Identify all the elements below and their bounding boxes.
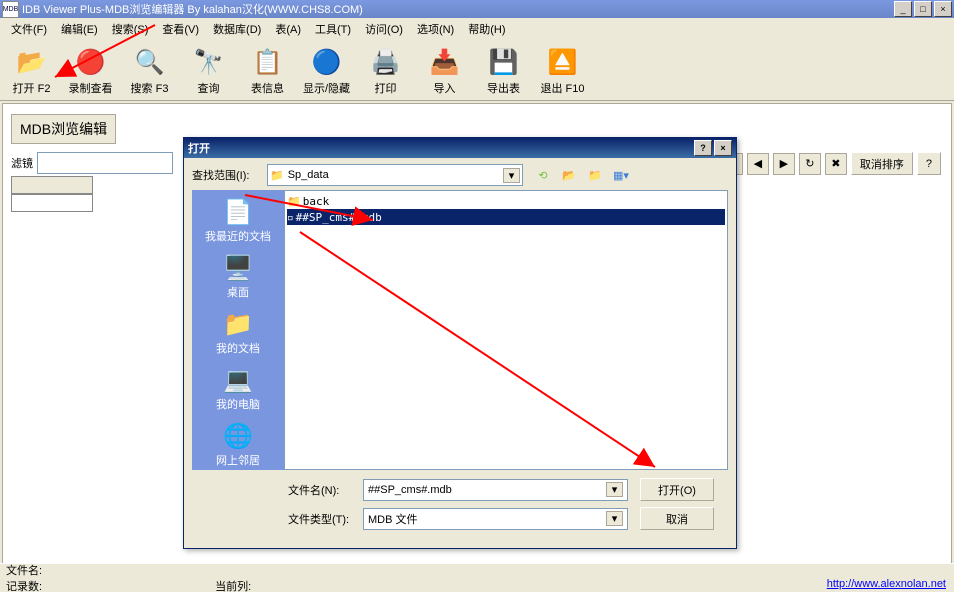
filetype-label: 文件类型(T): [288,511,363,527]
folder-icon: 📁 [287,195,301,208]
status-current: 当前列: [215,581,251,592]
dialog-open-button[interactable]: 打开(O) [640,478,714,501]
menu-file[interactable]: 文件(F) [4,19,54,39]
help-button[interactable]: ? [917,152,941,175]
chevron-down-icon: ▾ [606,482,623,497]
filename-label: 文件名(N): [288,482,363,498]
import-button[interactable]: 📥导入 [415,44,474,98]
search-button[interactable]: 🔍搜索 F3 [120,44,179,98]
folder-icon: 📁 [270,169,284,182]
status-records: 记录数: [6,581,42,592]
export-button[interactable]: 💾导出表 [474,44,533,98]
maximize-button[interactable]: □ [914,1,932,17]
print-icon: 🖨️ [370,46,402,78]
dialog-title: 打开 [188,140,210,156]
file-item-selected[interactable]: ▫ ##SP_cms#.mdb [287,209,725,225]
menu-options[interactable]: 选项(N) [410,19,461,39]
recent-docs-icon: 📄 [222,196,254,228]
folder-open-icon: 📂 [16,46,48,78]
mycomputer-icon: 💻 [222,364,254,396]
mydocs-icon: 📁 [222,308,254,340]
chevron-down-icon: ▾ [503,168,520,183]
export-icon: 💾 [488,46,520,78]
places-sidebar: 📄我最近的文档 🖥️桌面 📁我的文档 💻我的电脑 🌐网上邻居 [192,190,284,470]
menubar: 文件(F) 编辑(E) 搜索(S) 查看(V) 数据库(D) 表(A) 工具(T… [0,18,954,40]
nav-next-button[interactable]: ▶ [773,153,795,175]
dialog-help-button[interactable]: ? [694,140,712,156]
dialog-close-button[interactable]: × [714,140,732,156]
window-title: IDB Viewer Plus-MDB浏览编辑器 By kalahan汉化(WW… [22,1,363,17]
data-grid[interactable] [11,176,93,212]
view-menu-icon[interactable]: ▦▾ [611,165,631,185]
exit-button[interactable]: ⏏️退出 F10 [533,44,592,98]
exit-icon: ⏏️ [547,46,579,78]
status-filename: 文件名: [6,565,42,577]
sidebar-recent[interactable]: 📄我最近的文档 [205,196,271,244]
close-button[interactable]: × [934,1,952,17]
status-bar: 文件名: 记录数: 当前列: http://www.alexnolan.net [0,563,954,592]
show-hide-button[interactable]: 🔵显示/隐藏 [297,44,356,98]
search-icon: 🔍 [134,46,166,78]
query-button[interactable]: 🔭查询 [179,44,238,98]
record-view-button[interactable]: 🔴录制查看 [61,44,120,98]
cancel-sort-button[interactable]: 取消排序 [851,152,913,175]
filename-combo[interactable]: ##SP_cms#.mdb ▾ [363,479,628,501]
menu-help[interactable]: 帮助(H) [461,19,512,39]
nav-refresh-button[interactable]: ↻ [799,153,821,175]
back-icon[interactable]: ⟲ [533,165,553,185]
open-button[interactable]: 📂打开 F2 [2,44,61,98]
columns-icon: 🔵 [311,46,343,78]
table-icon: 📋 [252,46,284,78]
dialog-titlebar: 打开 ? × [184,138,736,158]
binoculars-icon: 🔭 [193,46,225,78]
desktop-icon: 🖥️ [222,252,254,284]
record-icon: 🔴 [75,46,107,78]
menu-database[interactable]: 数据库(D) [206,19,268,39]
mdb-tab[interactable]: MDB浏览编辑 [11,114,116,144]
lookin-label: 查找范围(I): [192,167,267,183]
main-titlebar: MDB IDB Viewer Plus-MDB浏览编辑器 By kalahan汉… [0,0,954,18]
menu-search[interactable]: 搜索(S) [105,19,156,39]
folder-item[interactable]: 📁 back [287,193,725,209]
import-icon: 📥 [429,46,461,78]
dialog-cancel-button[interactable]: 取消 [640,507,714,530]
menu-view[interactable]: 查看(V) [155,19,206,39]
table-info-button[interactable]: 📋表信息 [238,44,297,98]
file-list[interactable]: 📁 back ▫ ##SP_cms#.mdb [284,190,728,470]
minimize-button[interactable]: _ [894,1,912,17]
network-icon: 🌐 [222,420,254,452]
sidebar-mycomputer[interactable]: 💻我的电脑 [216,364,260,412]
nav-close-button[interactable]: ✖ [825,153,847,175]
website-link[interactable]: http://www.alexnolan.net [827,578,946,590]
filter-input[interactable] [37,152,173,174]
menu-tools[interactable]: 工具(T) [308,19,358,39]
up-folder-icon[interactable]: 📂 [559,165,579,185]
nav-prev-button[interactable]: ◀ [747,153,769,175]
filter-label: 滤镜 [11,155,33,171]
app-icon: MDB [2,1,19,18]
menu-edit[interactable]: 编辑(E) [54,19,105,39]
sidebar-mydocs[interactable]: 📁我的文档 [216,308,260,356]
file-open-dialog: 打开 ? × 查找范围(I): 📁 Sp_data ▾ ⟲ 📂 📁 ▦▾ [183,137,737,549]
menu-access[interactable]: 访问(O) [358,19,410,39]
toolbar: 📂打开 F2 🔴录制查看 🔍搜索 F3 🔭查询 📋表信息 🔵显示/隐藏 🖨️打印… [0,40,954,101]
new-folder-icon[interactable]: 📁 [585,165,605,185]
sidebar-desktop[interactable]: 🖥️桌面 [222,252,254,300]
print-button[interactable]: 🖨️打印 [356,44,415,98]
lookin-combo[interactable]: 📁 Sp_data ▾ [267,164,523,186]
sidebar-network[interactable]: 🌐网上邻居 [216,420,260,468]
filetype-combo[interactable]: MDB 文件 ▾ [363,508,628,530]
menu-table[interactable]: 表(A) [268,19,308,39]
mdb-file-icon: ▫ [287,211,294,224]
chevron-down-icon: ▾ [606,511,623,526]
